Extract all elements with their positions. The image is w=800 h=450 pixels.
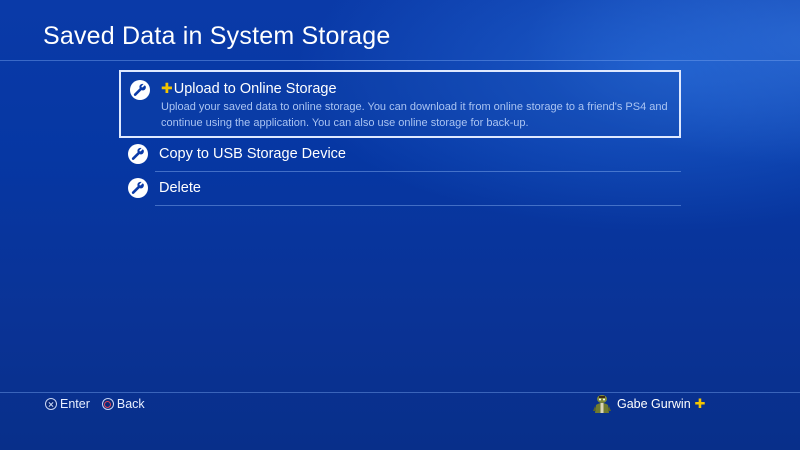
- enter-label: Enter: [60, 397, 90, 411]
- menu-item-label: ✚Upload to Online Storage: [161, 80, 679, 98]
- cross-button-icon: [45, 398, 57, 410]
- options-menu: ✚Upload to Online Storage Upload your sa…: [119, 70, 681, 206]
- back-label: Back: [116, 397, 145, 411]
- wrench-icon: [130, 80, 150, 100]
- playstation-plus-icon: ✚: [161, 80, 173, 96]
- wrench-icon: [128, 144, 148, 164]
- playstation-plus-icon: ✚: [694, 396, 706, 411]
- menu-item-description: Upload your saved data to online storage…: [161, 101, 668, 129]
- menu-item-upload-online-storage[interactable]: ✚Upload to Online Storage Upload your sa…: [119, 70, 681, 138]
- avatar-icon: [593, 394, 611, 414]
- user-info: Gabe Gurwin ✚: [593, 394, 706, 414]
- footer-divider: [0, 392, 800, 393]
- enter-hint[interactable]: Enter: [45, 397, 90, 411]
- menu-divider: [155, 205, 681, 206]
- back-hint[interactable]: Back: [101, 397, 145, 411]
- circle-button-icon: [101, 398, 114, 410]
- page-title: Saved Data in System Storage: [43, 22, 391, 50]
- menu-item-copy-usb[interactable]: Copy to USB Storage Device: [119, 138, 681, 172]
- delete-label: Delete: [159, 180, 201, 196]
- copy-usb-label: Copy to USB Storage Device: [159, 146, 346, 162]
- upload-online-storage-label: Upload to Online Storage: [173, 81, 337, 97]
- menu-item-delete[interactable]: Delete: [119, 172, 681, 206]
- header-divider: [0, 60, 800, 61]
- user-name: Gabe Gurwin: [617, 397, 691, 411]
- wrench-icon: [128, 178, 148, 198]
- button-hints: Enter Back: [45, 397, 157, 411]
